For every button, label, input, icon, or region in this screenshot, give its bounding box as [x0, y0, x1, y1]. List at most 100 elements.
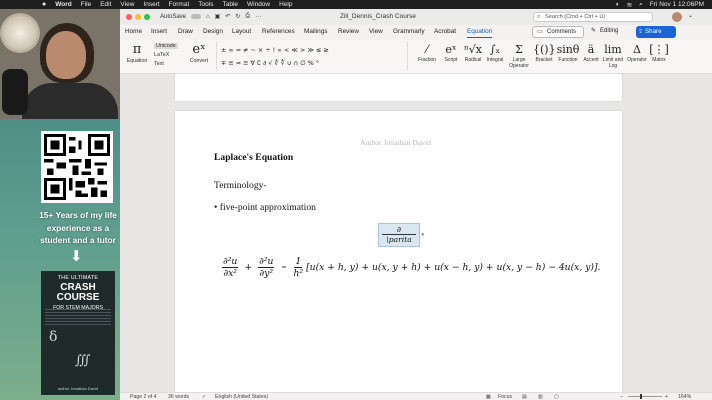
- equation-button[interactable]: π Equation: [124, 42, 150, 64]
- menu-file[interactable]: File: [81, 1, 91, 8]
- equation-box-numerator[interactable]: ∂: [382, 225, 416, 235]
- home-icon[interactable]: ⌂: [206, 14, 210, 20]
- symbol-row-1[interactable]: ± ∞ = ≠ ~ × ÷ ! ∝ < ≪ > ≫ ≤ ≥: [221, 46, 329, 54]
- tab-layout[interactable]: Layout: [232, 28, 251, 35]
- menu-insert[interactable]: Insert: [143, 1, 159, 8]
- radical-button[interactable]: ⁿ√x Radical: [462, 42, 484, 63]
- document-page[interactable]: Author Jonathan David Laplace's Equation…: [175, 111, 622, 392]
- document-canvas[interactable]: Author Jonathan David Laplace's Equation…: [120, 74, 712, 392]
- tab-view[interactable]: View: [369, 28, 383, 35]
- web-layout-icon[interactable]: ▢: [554, 394, 559, 400]
- zoom-out-icon[interactable]: −: [620, 394, 623, 400]
- menu-view[interactable]: View: [120, 1, 134, 8]
- save-icon[interactable]: ▣: [215, 13, 221, 20]
- close-window-button[interactable]: [126, 14, 132, 20]
- menu-format[interactable]: Format: [169, 1, 190, 8]
- conversion-options: Unicode LaTeX Text eˣ Convert: [154, 42, 212, 70]
- language-status[interactable]: English (United States): [215, 394, 268, 400]
- promo-panel: 15+ Years of my life experience as a stu…: [0, 119, 120, 400]
- comments-button[interactable]: ▭ Comments: [532, 26, 584, 38]
- tab-design[interactable]: Design: [203, 28, 223, 35]
- book-author: author Jonathan David: [57, 386, 99, 391]
- bracket-icon: {()}: [533, 43, 556, 56]
- fraction-button[interactable]: ⁄ Fraction: [416, 42, 438, 63]
- bracket-button[interactable]: {()} Bracket: [533, 42, 556, 63]
- integral-icon: ∫ₓ: [489, 43, 501, 56]
- control-center-icon[interactable]: ◐: [616, 1, 620, 8]
- accent-button[interactable]: ä Accent: [581, 42, 601, 63]
- menu-app-name[interactable]: Word: [55, 1, 72, 8]
- large-operator-button[interactable]: Σ Large Operator: [506, 42, 532, 69]
- operator-button[interactable]: Δ Operator: [626, 42, 648, 63]
- symbol-row-2[interactable]: ∓ ≅ ≈ ≡ ∀ ∁ ∂ √ ∛ ∜ ∪ ∩ ∅ % °: [221, 59, 319, 67]
- function-button[interactable]: sinθ Function: [556, 42, 580, 63]
- limit-log-button[interactable]: lim Limit and Log: [601, 42, 625, 69]
- focus-button[interactable]: Focus: [498, 394, 512, 400]
- share-button[interactable]: ⇪ Share: [636, 26, 676, 38]
- tab-equation[interactable]: Equation: [467, 28, 493, 38]
- menu-help[interactable]: Help: [279, 1, 292, 8]
- focus-icon[interactable]: ▦: [486, 394, 491, 400]
- apple-menu-icon[interactable]: ●: [42, 1, 46, 8]
- integral-button[interactable]: ∫ₓ Integral: [484, 42, 506, 63]
- matrix-button[interactable]: [⋮] Matrix: [648, 42, 670, 63]
- zoom-slider[interactable]: [628, 396, 662, 397]
- unicode-option[interactable]: Unicode: [154, 43, 178, 49]
- convert-button[interactable]: eˣ Convert: [186, 42, 212, 64]
- undo-icon[interactable]: ↶: [225, 13, 230, 20]
- more-icon[interactable]: ···: [255, 14, 261, 20]
- operator-icon: Δ: [633, 43, 641, 56]
- section-heading[interactable]: Laplace's Equation: [214, 152, 293, 163]
- tab-references[interactable]: References: [262, 28, 295, 35]
- formula-body: [u(x + h, y) + u(x, y + h) + u(x − h, y)…: [306, 262, 601, 273]
- tab-review[interactable]: Review: [338, 28, 359, 35]
- equation-box-denominator[interactable]: \parita: [379, 235, 419, 245]
- function-icon: sinθ: [556, 43, 580, 56]
- tab-acrobat[interactable]: Acrobat: [434, 28, 456, 35]
- tab-home[interactable]: Home: [125, 28, 142, 35]
- equation-editor-box[interactable]: ∂ \parita ▾: [378, 223, 424, 247]
- proofing-icon[interactable]: ✓: [202, 394, 206, 400]
- script-button[interactable]: eˣ Script: [440, 42, 462, 63]
- page-count[interactable]: Page 2 of 4: [130, 394, 157, 400]
- autosave-toggle[interactable]: [191, 14, 202, 19]
- menu-table[interactable]: Table: [222, 1, 238, 8]
- minimize-window-button[interactable]: [135, 14, 141, 20]
- menu-edit[interactable]: Edit: [100, 1, 111, 8]
- latex-option[interactable]: LaTeX: [154, 52, 169, 58]
- ex-icon: eˣ: [192, 42, 206, 57]
- zoom-slider-handle[interactable]: [640, 394, 642, 399]
- formula-term-3: 1 h²: [293, 256, 304, 279]
- print-icon[interactable]: ⎙: [245, 13, 250, 20]
- tab-mailings[interactable]: Mailings: [304, 28, 327, 35]
- menu-window[interactable]: Window: [247, 1, 270, 8]
- avatar[interactable]: [672, 12, 682, 22]
- previous-page[interactable]: [175, 74, 622, 101]
- symbol-gallery[interactable]: ± ∞ = ≠ ~ × ÷ ! ∝ < ≪ > ≫ ≤ ≥ ∓ ≅ ≈ ≡ ∀ …: [216, 41, 408, 71]
- tab-draw[interactable]: Draw: [178, 28, 193, 35]
- zoom-level[interactable]: 164%: [678, 394, 691, 400]
- equation-options-arrow-icon[interactable]: ▾: [421, 232, 424, 238]
- text-option[interactable]: Text: [154, 61, 164, 67]
- terminology-paragraph[interactable]: Terminology-: [214, 180, 267, 191]
- zoom-window-button[interactable]: [144, 14, 150, 20]
- redo-icon[interactable]: ↻: [235, 13, 240, 20]
- chevron-down-icon[interactable]: ⌄: [688, 12, 693, 19]
- editing-button[interactable]: ✎ Editing: [590, 26, 628, 38]
- menu-tools[interactable]: Tools: [198, 1, 213, 8]
- zoom-in-icon[interactable]: +: [665, 394, 668, 400]
- search-box[interactable]: ⌕ Search (Cmd + Ctrl + U): [533, 12, 653, 22]
- bullet-item[interactable]: • five-point approximation: [214, 202, 316, 213]
- tab-grammarly[interactable]: Grammarly: [393, 28, 425, 35]
- word-count[interactable]: 36 words: [168, 394, 189, 400]
- laplace-five-point-formula[interactable]: ∂²u ∂x² + ∂²u ∂y² ≈ 1 h² [u(x + h, y) + …: [219, 256, 600, 279]
- document-title: Zill_Dennis_Crash Course: [340, 13, 416, 20]
- page-header[interactable]: Author Jonathan David: [360, 138, 431, 147]
- print-layout-icon[interactable]: ▥: [538, 394, 543, 400]
- menubar-clock[interactable]: Fri Nov 1 12:06PM: [650, 1, 704, 8]
- tab-insert[interactable]: Insert: [151, 28, 167, 35]
- book-cover[interactable]: THE ULTIMATE CRASH COURSE FOR STEM MAJOR…: [41, 271, 115, 395]
- search-icon[interactable]: ⌕: [639, 1, 643, 9]
- wifi-icon[interactable]: ≋: [627, 1, 632, 9]
- read-mode-icon[interactable]: ▤: [522, 394, 527, 400]
